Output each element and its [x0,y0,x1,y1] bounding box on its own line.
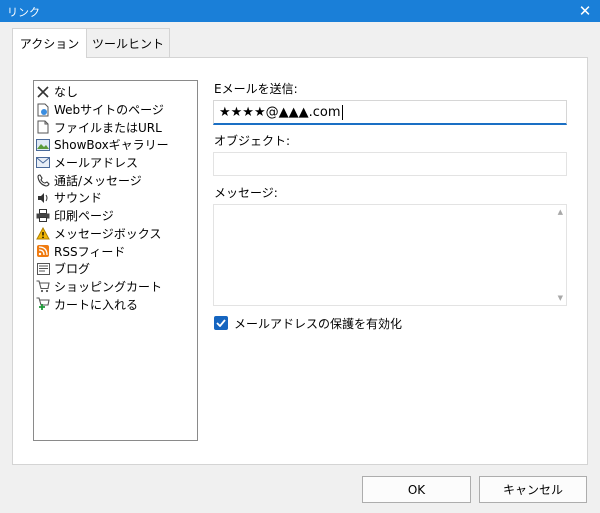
list-item-label: 印刷ページ [54,209,114,224]
x-icon [36,85,50,99]
phone-icon [36,173,50,187]
list-item-label: ShowBoxギャラリー [54,138,169,153]
email-value: ★★★★@▲▲▲.com [219,104,341,120]
scroll-up-icon[interactable]: ▲ [558,208,563,216]
subject-label: オブジェクト: [214,134,291,148]
list-item-add-to-cart[interactable]: カートに入れる [34,295,197,313]
rss-icon [36,244,50,258]
printer-icon [36,209,50,223]
message-textarea[interactable]: ▲ ▼ [213,204,567,306]
list-item-label: サウンド [54,191,103,206]
list-item-label: ブログ [54,262,91,277]
list-item-blog[interactable]: ブログ [34,260,197,278]
list-item-email[interactable]: メールアドレス [34,154,197,172]
scroll-down-icon[interactable]: ▼ [558,294,563,302]
tab-action[interactable]: アクション [12,28,87,58]
list-item-none[interactable]: なし [34,83,197,101]
close-button[interactable]: ✕ [570,0,600,22]
tab-tooltip[interactable]: ツールヒント [86,28,170,57]
title-bar: リンク ✕ [0,0,600,22]
list-item-rss-feed[interactable]: RSSフィード [34,242,197,260]
list-item-label: ファイルまたはURL [54,120,162,135]
list-item-shopping-cart[interactable]: ショッピングカート [34,278,197,296]
checkmark-icon [216,319,226,327]
cart-icon [36,279,50,293]
gallery-icon [36,138,50,152]
action-list[interactable]: なし Webサイトのページ ファイルまたはURL ShowBoxギャラリー メー… [33,80,198,441]
speaker-icon [36,191,50,205]
list-item-file-url[interactable]: ファイルまたはURL [34,118,197,136]
list-item-label: RSSフィード [54,244,126,259]
web-page-icon [36,103,50,117]
list-item-showbox-gallery[interactable]: ShowBoxギャラリー [34,136,197,154]
list-item-call-message[interactable]: 通話/メッセージ [34,171,197,189]
list-item-message-box[interactable]: メッセージボックス [34,225,197,243]
list-item-label: なし [54,85,79,100]
list-item-print-page[interactable]: 印刷ページ [34,207,197,225]
close-icon: ✕ [578,1,592,20]
message-label: メッセージ: [214,186,278,200]
window-title: リンク [7,6,40,19]
email-input[interactable]: ★★★★@▲▲▲.com [213,100,567,125]
add-to-cart-icon [36,297,50,311]
list-item-label: Webサイトのページ [54,103,164,118]
subject-input[interactable] [213,152,567,176]
protect-email-checkbox[interactable] [214,316,228,330]
list-item-label: メッセージボックス [54,226,162,241]
text-caret [341,104,343,120]
cancel-button[interactable]: キャンセル [479,476,587,503]
list-item-label: カートに入れる [54,297,139,312]
list-item-label: 通話/メッセージ [54,173,142,188]
file-icon [36,120,50,134]
blog-icon [36,262,50,276]
list-item-label: ショッピングカート [54,279,163,294]
warning-icon [36,226,50,240]
list-item-sound[interactable]: サウンド [34,189,197,207]
envelope-icon [36,156,50,170]
list-item-web-page[interactable]: Webサイトのページ [34,101,197,119]
protect-email-label[interactable]: メールアドレスの保護を有効化 [234,315,402,332]
ok-button[interactable]: OK [362,476,471,503]
email-label: Eメールを送信: [214,82,298,96]
list-item-label: メールアドレス [54,156,139,171]
